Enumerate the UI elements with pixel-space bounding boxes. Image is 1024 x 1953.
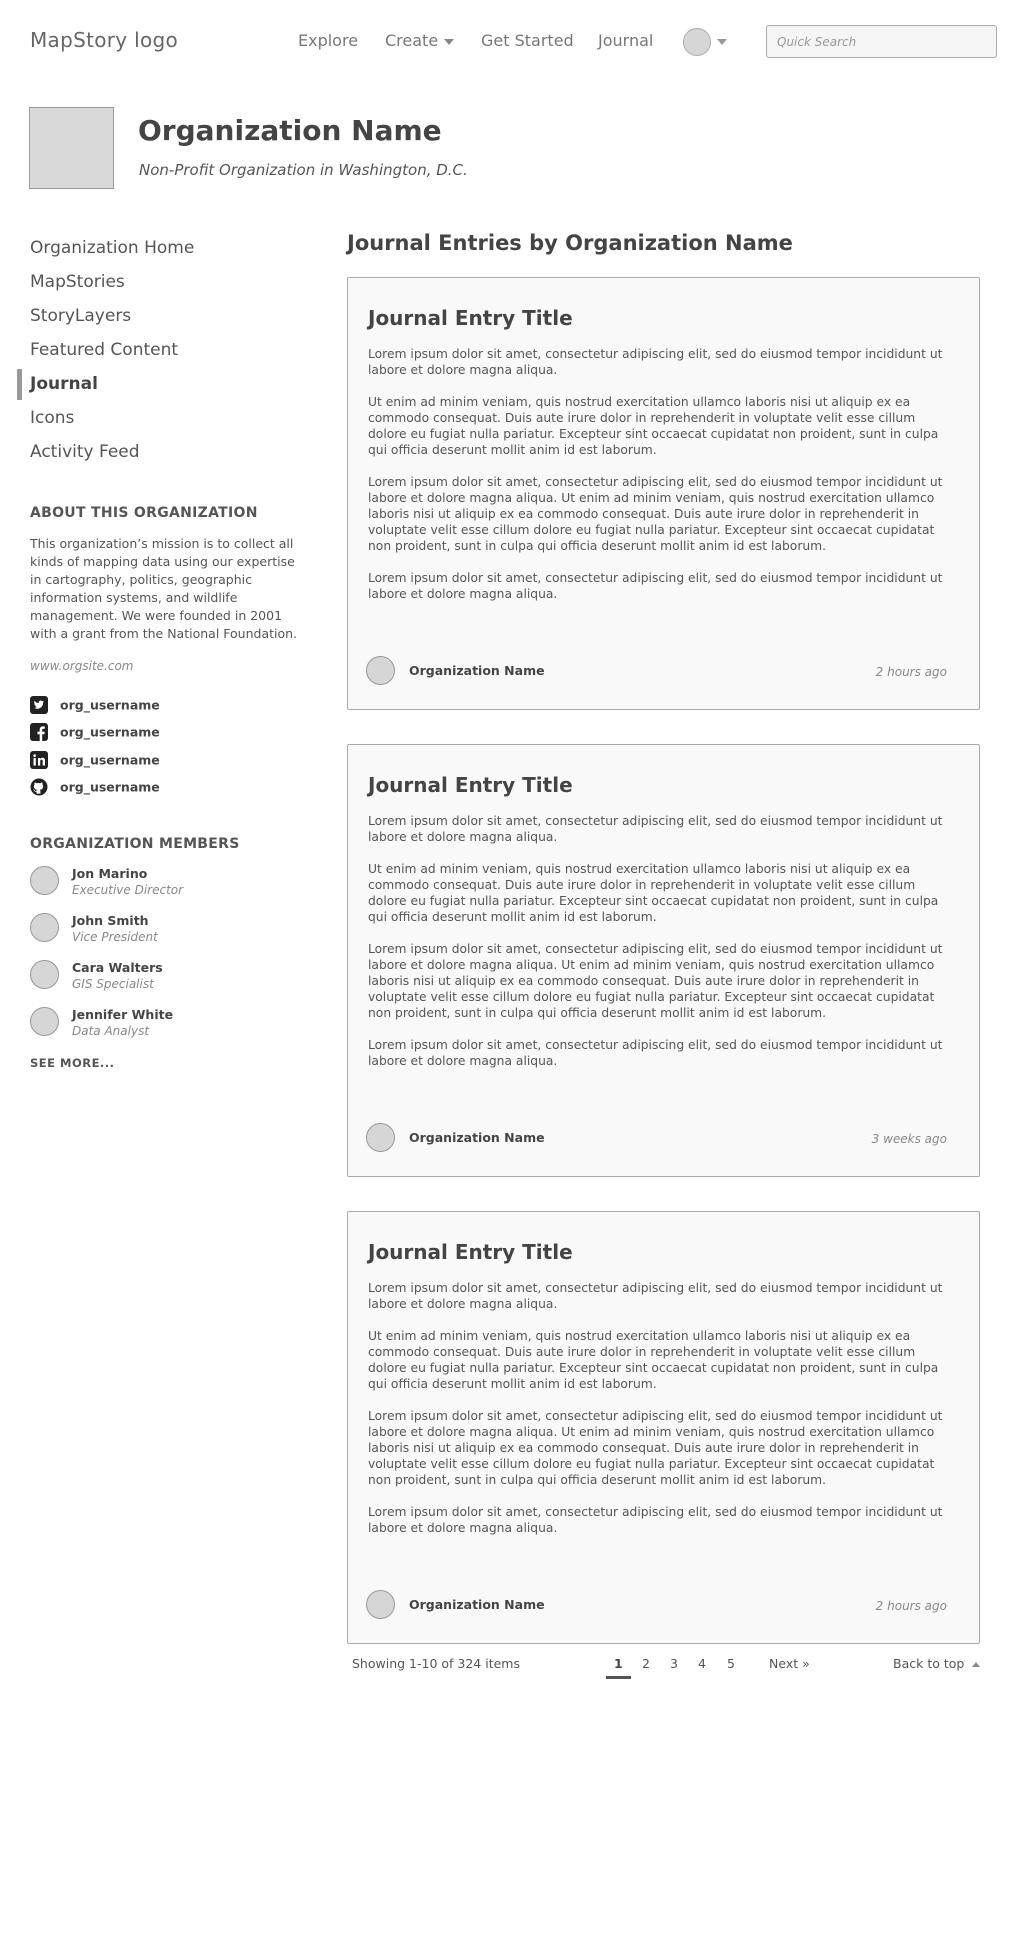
paragraph: Lorem ipsum dolor sit amet, consectetur … [368,347,943,377]
organization-logo [29,107,114,189]
journal-entry-card: Journal Entry Title Lorem ipsum dolor si… [347,744,980,1177]
journal-entry-card: Journal Entry Title Lorem ipsum dolor si… [347,277,980,710]
twitter-username: org_username [60,697,160,713]
journal-entry-title[interactable]: Journal Entry Title [368,1240,573,1264]
linkedin-icon [30,751,48,769]
sidebar-item-organization-home[interactable]: Organization Home [30,238,290,272]
github-icon [30,778,48,796]
author-name[interactable]: Organization Name [409,1597,545,1612]
author-name[interactable]: Organization Name [409,1130,545,1145]
member-avatar [30,1007,59,1036]
mapstory-logo[interactable]: MapStory logo [30,28,178,52]
about-text: This organization’s mission is to collec… [30,536,298,641]
sidebar-item-featured-content[interactable]: Featured Content [30,340,290,374]
member-name: Jon Marino [72,866,148,881]
caret-down-icon [717,39,727,45]
member-role: GIS Specialist [72,977,154,991]
paragraph: Ut enim ad minim veniam, quis nostrud ex… [368,395,939,457]
entry-timestamp: 2 hours ago [875,665,947,679]
paragraph: Lorem ipsum dolor sit amet, consectetur … [368,942,943,1020]
paragraph: Lorem ipsum dolor sit amet, consectetur … [368,1505,943,1535]
paragraph: Lorem ipsum dolor sit amet, consectetur … [368,571,943,601]
items-count: Showing 1-10 of 324 items [352,1656,520,1671]
author-avatar [366,1123,395,1152]
github-username: org_username [60,779,160,795]
quick-search-input[interactable] [766,25,997,58]
nav-create-label: Create [385,31,439,50]
back-to-top-link[interactable]: Back to top [893,1656,981,1671]
member-avatar [30,913,59,942]
author-name[interactable]: Organization Name [409,663,545,678]
nav-create-dropdown[interactable]: Create [385,31,455,50]
social-github[interactable]: org_username [30,778,250,796]
website-link[interactable]: www.orgsite.com [30,659,134,673]
social-twitter[interactable]: org_username [30,696,250,714]
organization-name: Organization Name [138,114,442,147]
nav-get-started[interactable]: Get Started [481,31,574,50]
paragraph: Lorem ipsum dolor sit amet, consectetur … [368,1038,943,1068]
paragraph: Lorem ipsum dolor sit amet, consectetur … [368,1409,943,1487]
sidebar-item-icons[interactable]: Icons [30,408,290,442]
page-4-link[interactable]: 4 [698,1656,706,1671]
journal-entry-title[interactable]: Journal Entry Title [368,306,573,330]
journal-entry-card: Journal Entry Title Lorem ipsum dolor si… [347,1211,980,1644]
user-avatar-icon [683,28,711,56]
back-to-top-label: Back to top [893,1656,965,1671]
page-5-link[interactable]: 5 [727,1656,735,1671]
sidebar-item-journal[interactable]: Journal [17,369,290,408]
journal-entry-body: Lorem ipsum dolor sit amet, consectetur … [368,346,953,618]
caret-down-icon [444,38,455,45]
member-avatar [30,960,59,989]
sidebar-item-storylayers[interactable]: StoryLayers [30,306,290,340]
twitter-icon [30,696,48,714]
journal-entry-body: Lorem ipsum dolor sit amet, consectetur … [368,1280,953,1552]
caret-up-icon [972,1662,981,1667]
entry-timestamp: 2 hours ago [875,1599,947,1613]
page-2-link[interactable]: 2 [642,1656,650,1671]
social-facebook[interactable]: org_username [30,723,250,741]
journal-entry-title[interactable]: Journal Entry Title [368,773,573,797]
paragraph: Lorem ipsum dolor sit amet, consectetur … [368,814,943,844]
page-3-link[interactable]: 3 [670,1656,678,1671]
member-role: Vice President [72,930,158,944]
sidebar-nav: Organization Home MapStories StoryLayers… [17,238,290,476]
entry-timestamp: 3 weeks ago [871,1132,947,1146]
author-avatar [366,1590,395,1619]
author-avatar [366,656,395,685]
member-name: Jennifer White [72,1007,174,1022]
paragraph: Lorem ipsum dolor sit amet, consectetur … [368,1281,943,1311]
member-avatar [30,866,59,895]
linkedin-username: org_username [60,752,160,768]
members-heading: ORGANIZATION MEMBERS [30,836,240,852]
paragraph: Lorem ipsum dolor sit amet, consectetur … [368,475,943,553]
journal-entry-body: Lorem ipsum dolor sit amet, consectetur … [368,813,953,1085]
organization-subtitle: Non-Profit Organization in Washington, D… [139,161,468,179]
facebook-icon [30,723,48,741]
see-more-link[interactable]: SEE MORE... [30,1056,115,1070]
member-role: Data Analyst [72,1024,150,1038]
facebook-username: org_username [60,724,160,740]
paragraph: Ut enim ad minim veniam, quis nostrud ex… [368,1329,939,1391]
next-page-link[interactable]: Next » [769,1656,810,1671]
member-name: John Smith [72,913,149,928]
nav-journal[interactable]: Journal [598,31,653,50]
nav-explore[interactable]: Explore [298,31,358,50]
page-title: Journal Entries by Organization Name [347,231,793,255]
user-menu[interactable] [683,28,727,56]
page-1-link[interactable]: 1 [606,1656,631,1679]
sidebar-item-mapstories[interactable]: MapStories [30,272,290,306]
sidebar-item-activity-feed[interactable]: Activity Feed [30,442,290,476]
member-role: Executive Director [72,883,184,897]
social-linkedin[interactable]: org_username [30,751,250,769]
about-heading: ABOUT THIS ORGANIZATION [30,505,258,521]
member-name: Cara Walters [72,960,163,975]
paragraph: Ut enim ad minim veniam, quis nostrud ex… [368,862,939,924]
